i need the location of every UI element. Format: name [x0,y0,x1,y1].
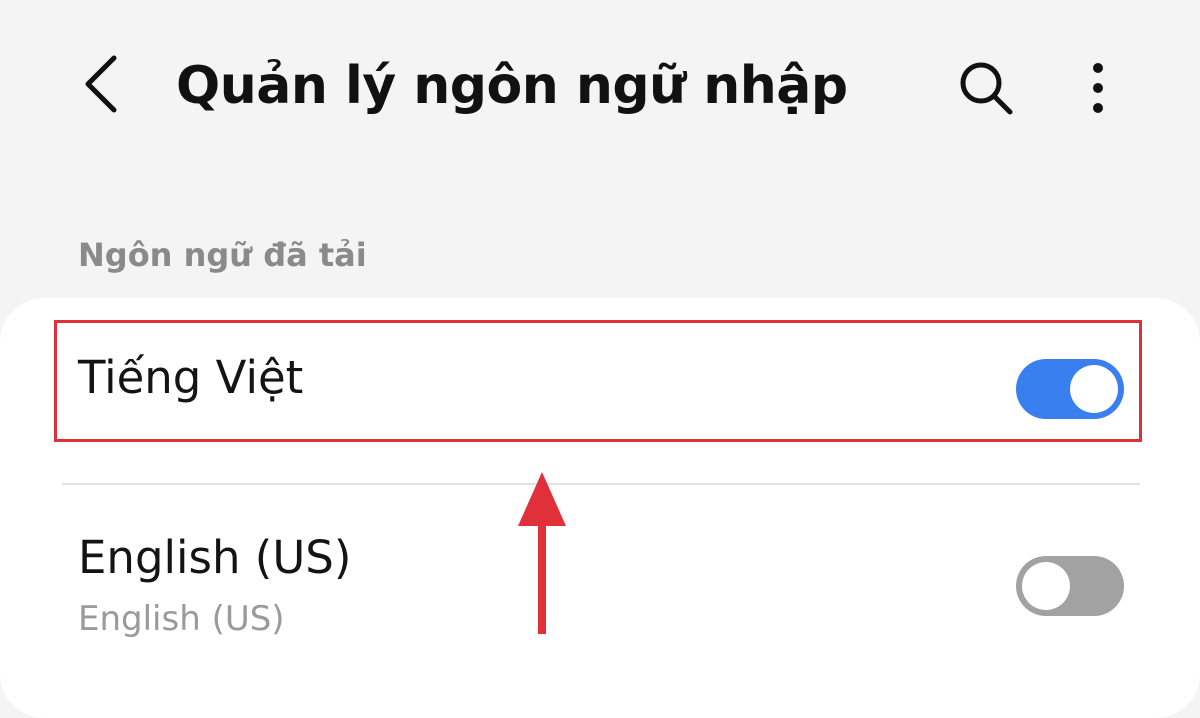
page-title: Quản lý ngôn ngữ nhập [176,56,848,116]
more-options-button[interactable] [1066,50,1130,126]
language-label: Tiếng Việt [78,351,304,404]
app-header: Quản lý ngôn ngữ nhập [0,0,1200,180]
toggle-knob [1022,562,1070,610]
section-header-downloaded-languages: Ngôn ngữ đã tải [78,236,367,274]
back-button[interactable] [62,44,142,124]
more-vertical-icon [1093,63,1103,113]
language-label: English (US) [78,531,352,584]
language-row-vietnamese[interactable]: Tiếng Việt [0,320,1200,442]
vietnamese-toggle-switch[interactable] [1016,359,1124,419]
toggle-knob [1070,365,1118,413]
language-row-english-us[interactable]: English (US) English (US) [0,500,1200,660]
row-divider [62,483,1140,485]
search-icon [960,62,1013,115]
english-toggle-switch[interactable] [1016,556,1124,616]
search-button[interactable] [948,50,1024,126]
back-chevron-icon [85,55,117,113]
annotation-arrow-icon [518,472,566,634]
language-sublabel: English (US) [78,599,285,639]
